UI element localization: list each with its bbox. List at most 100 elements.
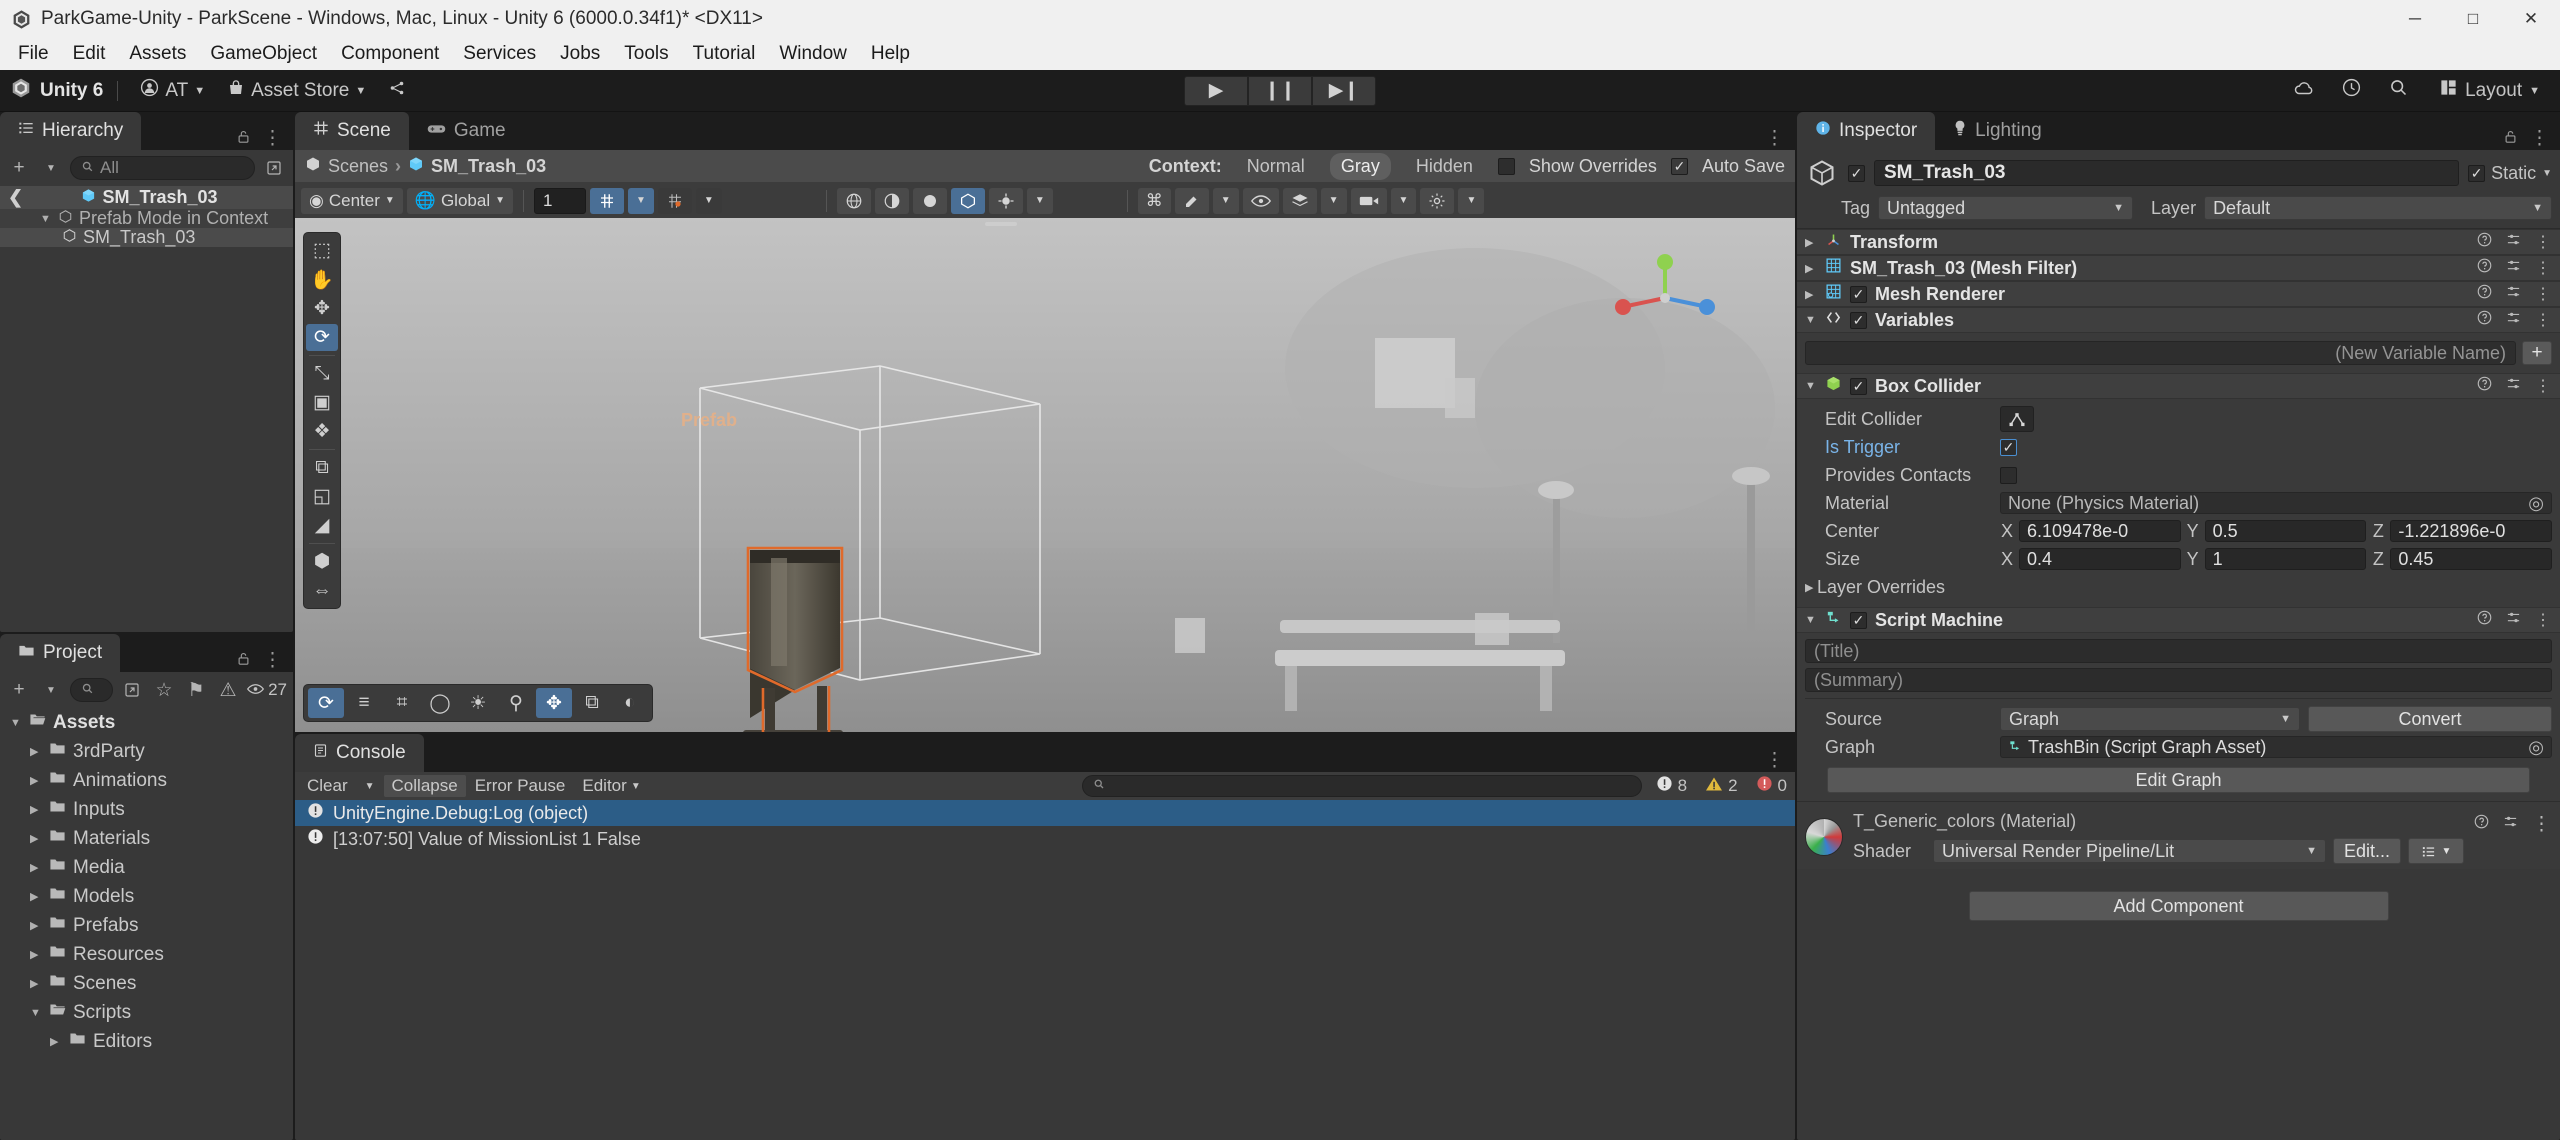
menu-item-component[interactable]: Component: [329, 39, 451, 69]
tab-lighting[interactable]: Lighting: [1935, 112, 2060, 150]
snap-tool-icon[interactable]: ⬢: [306, 548, 338, 575]
mesh-edit-icon[interactable]: ◢: [306, 512, 338, 539]
tab-inspector[interactable]: Inspector: [1797, 112, 1936, 150]
expand-triangle-icon[interactable]: ▶: [30, 977, 42, 990]
move-icon[interactable]: ✥: [536, 688, 572, 718]
snap-dropdown-icon[interactable]: ▼: [695, 187, 722, 214]
snap-increment-button[interactable]: [657, 187, 692, 214]
center-z-input[interactable]: -1.221896e-0: [2390, 520, 2553, 542]
component-menu-icon[interactable]: ⋮: [2535, 376, 2552, 396]
zoom-icon[interactable]: ⚲: [498, 688, 534, 718]
box-collider-enabled-checkbox[interactable]: [1850, 377, 1867, 395]
pivot-mode-button[interactable]: ◉ Center ▼: [301, 187, 403, 214]
lock-icon[interactable]: [236, 650, 251, 672]
add-component-button[interactable]: Add Component: [1968, 891, 2389, 921]
unity-version-badge[interactable]: Unity 6: [10, 77, 103, 105]
hierarchy-expand-icon[interactable]: [261, 156, 287, 180]
edit-graph-button[interactable]: Edit Graph: [1827, 767, 2530, 793]
menu-item-jobs[interactable]: Jobs: [548, 39, 612, 69]
object-picker-icon[interactable]: ◎: [2528, 493, 2544, 514]
expand-triangle-icon[interactable]: ▼: [40, 213, 52, 225]
scene-view-2d-button[interactable]: [836, 187, 871, 214]
scene-visibility-button[interactable]: [1242, 187, 1279, 214]
back-arrow-icon[interactable]: ❮: [8, 187, 23, 208]
help-icon[interactable]: [2477, 376, 2492, 396]
pause-button[interactable]: ❙❙: [1248, 75, 1312, 106]
menu-item-tutorial[interactable]: Tutorial: [681, 39, 768, 69]
lock-icon[interactable]: [2503, 128, 2518, 150]
expand-triangle-icon[interactable]: ▼: [10, 717, 22, 729]
play-button[interactable]: ▶: [1184, 75, 1248, 106]
help-icon[interactable]: [2477, 258, 2492, 278]
menu-item-help[interactable]: Help: [859, 39, 922, 69]
graph-asset-field[interactable]: TrashBin (Script Graph Asset) ◎: [2000, 736, 2552, 758]
scene-audio-button[interactable]: [912, 187, 947, 214]
scene-layers-dropdown-icon[interactable]: ▼: [1320, 187, 1347, 214]
panel-menu-icon[interactable]: ⋮: [1765, 127, 1785, 150]
is-trigger-checkbox[interactable]: [2000, 438, 2017, 456]
preset-icon[interactable]: [2506, 258, 2521, 278]
search-icon[interactable]: [2382, 73, 2415, 108]
help-icon[interactable]: [2477, 610, 2492, 630]
layout-button[interactable]: Layout ▼: [2429, 74, 2550, 107]
grid-axis-button[interactable]: [590, 187, 624, 214]
expand-triangle-icon[interactable]: ▶: [30, 832, 42, 845]
copy-icon[interactable]: ⧉: [574, 688, 610, 718]
scene-settings-button[interactable]: [1420, 187, 1455, 214]
tab-game[interactable]: Game: [409, 112, 524, 150]
history-icon[interactable]: [2335, 73, 2368, 108]
hand-tool-icon[interactable]: ✋: [306, 266, 338, 293]
collider-edit-icon[interactable]: ◱: [306, 483, 338, 510]
project-folder-3rdparty[interactable]: ▶ 3rdParty: [0, 737, 293, 766]
error-pause-button[interactable]: Error Pause: [466, 775, 574, 797]
error-count-badge[interactable]: 0: [1752, 775, 1791, 797]
component-menu-icon[interactable]: ⋮: [2535, 310, 2552, 330]
show-overrides-checkbox[interactable]: [1497, 157, 1515, 175]
scene-gizmos-button[interactable]: [988, 187, 1023, 214]
orbit-icon[interactable]: ⟳: [308, 688, 344, 718]
component-menu-icon[interactable]: ⋮: [2535, 258, 2552, 278]
component-menu-icon[interactable]: ⋮: [2535, 610, 2552, 630]
project-folder-prefabs[interactable]: ▶ Prefabs: [0, 911, 293, 940]
scene-viewport[interactable]: Prefab ⬚ ✋ ✥ ⟳ ⤡ ▣ ❖ ⧉ ◱ ◢ ⬢ ⇔ ⟳ ≡ ⌗ ◯ ☀ ⚲ ✥ ⧉ ◐: [295, 218, 1795, 732]
help-icon[interactable]: [2477, 310, 2492, 330]
breadcrumb[interactable]: Scenes › SM_Trash_03: [305, 156, 546, 177]
source-dropdown[interactable]: Graph ▼: [2000, 707, 2300, 731]
provides-contacts-checkbox[interactable]: [2000, 466, 2017, 484]
new-variable-name-input[interactable]: (New Variable Name): [1805, 341, 2516, 365]
expand-triangle-icon[interactable]: ▶: [1805, 236, 1817, 249]
preset-icon[interactable]: [2503, 813, 2518, 836]
project-expand-icon[interactable]: [119, 678, 145, 702]
edit-collider-button[interactable]: [2000, 406, 2034, 432]
scene-paint-dropdown-icon[interactable]: ▼: [1212, 187, 1239, 214]
project-folder-materials[interactable]: ▶ Materials: [0, 824, 293, 853]
scene-settings-dropdown-icon[interactable]: ▼: [1458, 187, 1485, 214]
favorite-icon[interactable]: ☆: [151, 678, 177, 702]
project-folder-media[interactable]: ▶ Media: [0, 853, 293, 882]
context-option-normal[interactable]: Normal: [1236, 153, 1316, 180]
static-checkbox[interactable]: [2468, 164, 2486, 182]
rotate-tool-icon[interactable]: ⟳: [306, 324, 338, 351]
expand-triangle-icon[interactable]: ▶: [30, 861, 42, 874]
panel-menu-icon[interactable]: ⋮: [1765, 749, 1785, 772]
warning-filter-icon[interactable]: ⚠: [215, 678, 241, 702]
sphere-icon[interactable]: ◯: [422, 688, 458, 718]
tab-console[interactable]: Console: [295, 734, 424, 772]
grid-dropdown-icon[interactable]: ▼: [628, 187, 654, 214]
preset-icon[interactable]: [2506, 610, 2521, 630]
console-log-row[interactable]: [13:07:50] Value of MissionList 1 False: [295, 826, 1795, 852]
expand-triangle-icon[interactable]: ▶: [30, 774, 42, 787]
scene-lighting-button[interactable]: [874, 187, 909, 214]
scene-paint-button[interactable]: [1174, 187, 1209, 214]
project-folder-scripts[interactable]: ▼ Scripts: [0, 998, 293, 1027]
layer-dropdown[interactable]: Default ▼: [2204, 196, 2552, 220]
center-y-input[interactable]: 0.5: [2204, 520, 2367, 542]
minimize-button[interactable]: ─: [2386, 0, 2444, 38]
chevron-down-icon[interactable]: ▼: [2542, 168, 2552, 179]
breadcrumb-root[interactable]: Scenes: [328, 156, 388, 177]
menu-item-assets[interactable]: Assets: [117, 39, 198, 69]
tab-project[interactable]: Project: [0, 634, 121, 672]
menu-item-tools[interactable]: Tools: [612, 39, 680, 69]
expand-triangle-icon[interactable]: ▶: [1805, 262, 1817, 275]
scene-layers-button[interactable]: [1282, 187, 1317, 214]
